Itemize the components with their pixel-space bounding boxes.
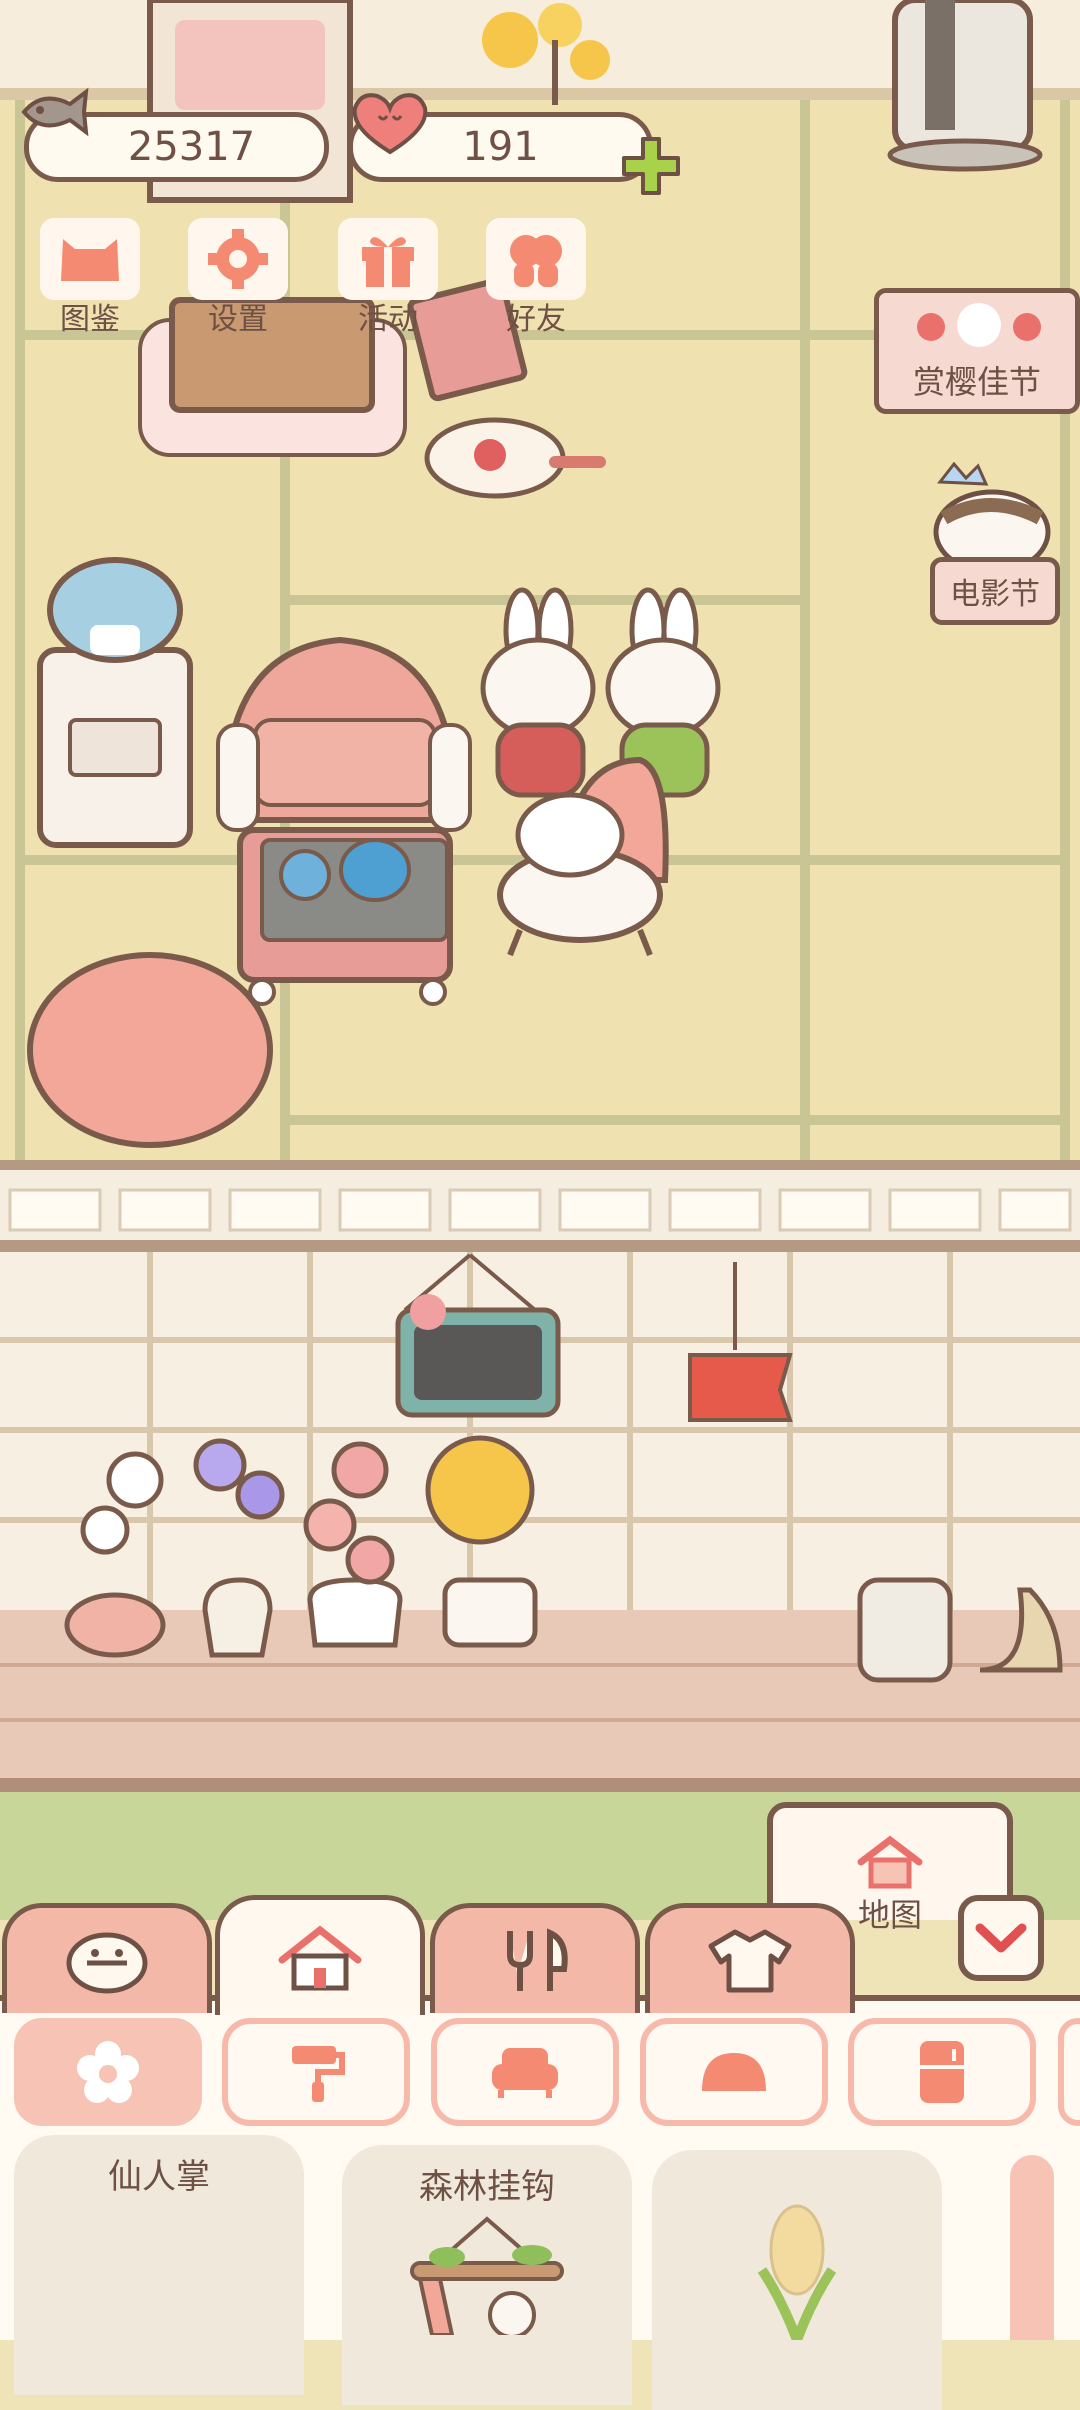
category-flowers[interactable] [14, 2018, 202, 2126]
category-appliances[interactable] [848, 2018, 1036, 2126]
cat-book-icon [40, 218, 140, 300]
tab-food[interactable] [430, 1903, 640, 2013]
movie-festival-tag: 电影节 [930, 557, 1060, 625]
menu-button-settings[interactable]: 设置 [178, 218, 298, 338]
cat-mascot-icon [933, 462, 1051, 572]
gear-icon [188, 218, 288, 300]
map-label: 地图 [857, 1896, 922, 1934]
menu-button-friends[interactable]: 好友 [476, 218, 596, 338]
item-card[interactable] [652, 2150, 942, 2410]
item-name: 仙人掌 [108, 2157, 210, 2197]
paint-roller-icon [292, 2046, 345, 2102]
gift-icon [338, 218, 438, 300]
flower-icon [77, 2041, 139, 2103]
cherry-blossom-icon [909, 301, 1049, 351]
sofa-icon [492, 2048, 558, 2098]
plus-icon[interactable] [620, 135, 682, 197]
item-card[interactable]: 森林挂钩 [342, 2145, 632, 2405]
heart-icon [345, 88, 435, 158]
rug-icon [702, 2053, 766, 2091]
tab-cats[interactable] [2, 1903, 212, 2013]
shirt-icon [708, 1929, 792, 1992]
scroll-indicator[interactable] [1010, 2155, 1054, 2340]
cat-face-icon [66, 1932, 148, 1993]
menu-button-events[interactable]: 活动 [328, 218, 448, 338]
house-icon [857, 1835, 923, 1889]
item-card[interactable]: 仙人掌 [14, 2135, 304, 2395]
category-more[interactable] [1058, 2018, 1080, 2126]
chevron-down-icon [975, 1923, 1027, 1953]
tab-clothing[interactable] [645, 1903, 855, 2013]
heart-count-value: 191 [462, 124, 539, 170]
forest-hook-thumbnail [410, 2216, 564, 2335]
fish-count-value: 25317 [127, 124, 256, 170]
fork-knife-icon [507, 1927, 568, 1991]
menu-button-handbook[interactable]: 图鉴 [30, 218, 150, 338]
fridge-icon [920, 2041, 964, 2103]
category-rugs[interactable] [640, 2018, 828, 2126]
movie-festival-event-button[interactable]: 电影节 [930, 462, 1060, 632]
house-icon [278, 1925, 362, 1990]
category-furniture[interactable] [431, 2018, 619, 2126]
collapse-panel-button[interactable] [958, 1895, 1044, 1981]
menu-label: 设置 [208, 302, 268, 337]
item-name: 森林挂钩 [419, 2167, 555, 2207]
category-wallpaper[interactable] [222, 2018, 410, 2126]
menu-label: 好友 [506, 302, 566, 337]
fish-icon [18, 86, 92, 138]
menu-label: 图鉴 [60, 302, 120, 337]
movie-festival-label: 电影节 [950, 577, 1040, 612]
tab-home[interactable] [215, 1895, 425, 2015]
menu-label: 活动 [358, 302, 418, 337]
corn-plant-thumbnail [757, 2204, 837, 2340]
sakura-festival-event-button[interactable]: 赏樱佳节 [874, 288, 1080, 414]
sakura-festival-label: 赏樱佳节 [912, 363, 1041, 401]
friends-icon [486, 218, 586, 300]
